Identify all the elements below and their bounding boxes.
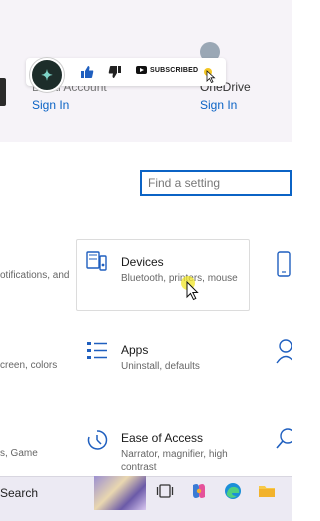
edge-icon[interactable] [224,482,242,500]
copilot-icon[interactable] [190,482,208,500]
dislike-icon[interactable] [108,65,122,79]
file-explorer-icon[interactable] [258,482,276,500]
tile-devices-desc: Bluetooth, printers, mouse [121,273,238,284]
left-tile-desc-personalization: creen, colors [0,360,58,371]
tile-ease-desc: Narrator, magnifier, high contrast [121,449,228,473]
left-tile-desc-system: otifications, and [0,270,70,281]
taskbar-search[interactable]: Search [0,486,38,500]
youtube-icon [136,66,147,74]
taskbar [0,476,292,521]
task-view-icon[interactable] [156,482,174,500]
devices-icon [86,251,107,271]
channel-logo: ✦ [30,58,64,92]
sign-in-link-onedrive[interactable]: Sign In [200,98,237,112]
mouse-pointer-icon [186,281,199,301]
ease-of-access-icon [87,430,108,450]
phone-icon [277,251,291,277]
subscribe-button[interactable]: SUBSCRIBED [136,66,198,74]
search-settings-icon [276,428,292,449]
subscribe-label: SUBSCRIBED [150,66,199,74]
search-highlight-image[interactable] [94,476,146,510]
mouse-cursor-icon [206,70,216,83]
sign-in-link-local[interactable]: Sign In [32,98,69,112]
left-tile-desc-gaming: s, Game [0,448,38,459]
tile-apps-title[interactable]: Apps [121,343,148,357]
like-icon[interactable] [80,65,94,79]
search-input[interactable] [148,176,288,190]
tile-devices-title: Devices [121,255,164,269]
tile-ease-title[interactable]: Ease of Access [121,431,203,445]
account-avatar [0,78,6,106]
tile-apps-desc: Uninstall, defaults [121,361,200,372]
accounts-icon [276,339,292,364]
apps-icon [87,342,107,359]
settings-search-box[interactable] [140,170,292,196]
